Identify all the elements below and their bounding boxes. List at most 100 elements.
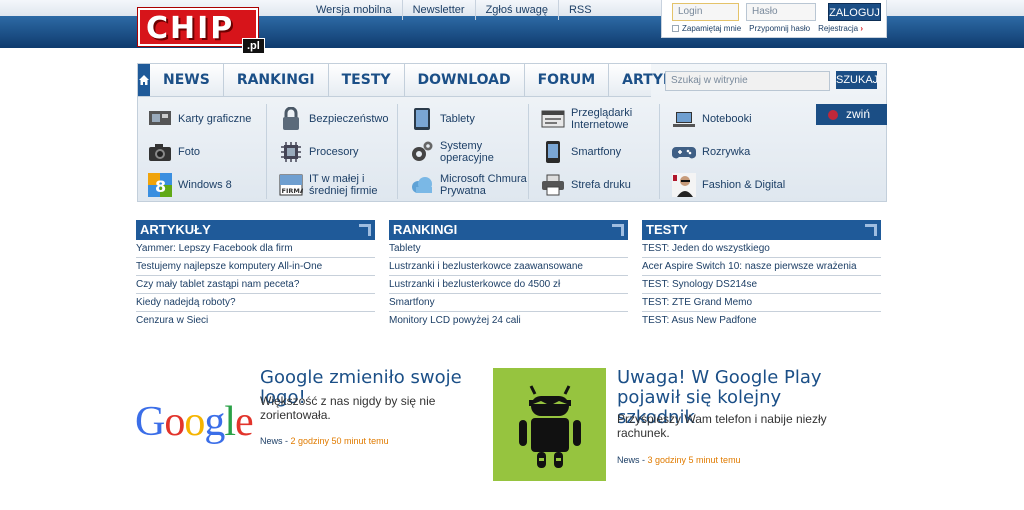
login-input[interactable]: Login [672,3,739,21]
section-artykuly: ARTYKUŁY Yammer: Lepszy Facebook dla fir… [136,220,375,330]
category-procesory[interactable]: Procesory [279,137,404,167]
printer-icon [541,173,565,197]
password-input[interactable]: Hasło [746,3,816,21]
list-item[interactable]: Smartfony [389,294,628,312]
corner-icon [359,224,371,236]
top-links: Wersja mobilna Newsletter Zgłoś uwagę RS… [306,0,602,20]
list-item[interactable]: TEST: Synology DS214se [642,276,881,294]
android-image[interactable] [493,368,606,481]
tablet-icon [410,107,434,131]
list-item[interactable]: TEST: Asus New Padfone [642,312,881,330]
svg-text:FIRMA: FIRMA [282,187,304,195]
category-foto[interactable]: Foto [148,137,273,167]
arrow-right-icon: › [860,24,863,33]
category-bezpieczenstwo[interactable]: Bezpieczeństwo [279,104,404,134]
list-item[interactable]: Tablety [389,240,628,258]
corner-icon [865,224,877,236]
category-windows8[interactable]: 8 Windows 8 [148,170,273,200]
news-time: 2 godziny 50 minut temu [290,436,389,446]
nav-forum[interactable]: FORUM [525,64,610,96]
graphics-card-icon [148,107,172,131]
list-item[interactable]: Lustrzanki i bezlusterkowce do 4500 zł [389,276,628,294]
section-list: Yammer: Lepszy Facebook dla firm Testuje… [136,240,375,330]
list-item[interactable]: TEST: ZTE Grand Memo [642,294,881,312]
windows8-icon: 8 [148,173,172,197]
news-meta: News - 3 godziny 5 minut temu [617,455,741,465]
category-systemy[interactable]: Systemy operacyjne [410,137,535,167]
category-fashion[interactable]: Fashion & Digital [672,170,797,200]
nav-bar: NEWS RANKINGI TESTY DOWNLOAD FORUM ARTYK… [138,64,702,97]
logo-text: CHIP [146,11,235,46]
section-header[interactable]: TESTY [642,220,881,240]
category-rozrywka[interactable]: Rozrywka [672,137,797,167]
collapse-label: zwiń [846,107,871,121]
forgot-password-link[interactable]: Przypomnij hasło [749,24,810,33]
register-link[interactable]: Rejestracja [818,24,858,33]
list-item[interactable]: Testujemy najlepsze komputery All-in-One [136,258,375,276]
news-time: 3 godziny 5 minut temu [647,455,741,465]
list-item[interactable]: Yammer: Lepszy Facebook dla firm [136,240,375,258]
link-report[interactable]: Zgłoś uwagę [476,0,559,20]
svg-text:8: 8 [155,177,166,196]
logo-box: CHIP [138,8,258,46]
main-navigation: NEWS RANKINGI TESTY DOWNLOAD FORUM ARTYK… [137,63,887,202]
cpu-icon [279,140,303,164]
collapse-button[interactable]: zwiń [816,104,887,125]
category-smartfony[interactable]: Smartfony [541,137,666,167]
login-box: Login Hasło ZALOGUJ Zapamiętaj mnie Przy… [661,0,887,38]
news-body: Większość z nas nigdy by się nie zorient… [260,394,436,422]
nav-rankingi[interactable]: RANKINGI [224,64,329,96]
news-category[interactable]: News [260,436,283,446]
link-mobile[interactable]: Wersja mobilna [306,0,403,20]
smartphone-icon [541,140,565,164]
gears-icon [410,140,434,164]
link-rss[interactable]: RSS [559,0,602,20]
browser-icon [541,107,565,131]
remember-me[interactable]: Zapamiętaj mnie [672,24,741,33]
news-category[interactable]: News [617,455,640,465]
camera-icon [148,140,172,164]
list-item[interactable]: Lustrzanki i bezlusterkowce zaawansowane [389,258,628,276]
nav-testy[interactable]: TESTY [329,64,405,96]
cloud-icon [410,173,434,197]
chip-logo[interactable]: CHIP .pl [138,8,270,54]
corner-icon [612,224,624,236]
news-body: Przyśpieszy Wam telefon i nabije niezły … [617,412,827,440]
search-input[interactable]: Szukaj w witrynie [665,71,830,91]
category-tablety[interactable]: Tablety [410,104,535,134]
section-header[interactable]: RANKINGI [389,220,628,240]
section-list: Tablety Lustrzanki i bezlusterkowce zaaw… [389,240,628,330]
home-icon[interactable] [138,64,150,96]
search-button[interactable]: SZUKAJ [836,71,878,89]
google-logo-image[interactable]: Google [135,398,254,446]
list-item[interactable]: TEST: Jeden do wszystkiego [642,240,881,258]
checkbox-icon[interactable] [672,25,679,33]
gamepad-icon [672,140,696,164]
padlock-icon [279,107,303,131]
login-button[interactable]: ZALOGUJ [828,3,881,21]
logo-suffix: .pl [242,38,265,54]
list-item[interactable]: Acer Aspire Switch 10: nasze pierwsze wr… [642,258,881,276]
remember-label: Zapamiętaj mnie [682,24,742,33]
category-karty-graficzne[interactable]: Karty graficzne [148,104,273,134]
category-notebooki[interactable]: Notebooki [672,104,797,134]
fashion-icon [672,173,696,197]
section-testy: TESTY TEST: Jeden do wszystkiego Acer As… [642,220,881,330]
firma-icon: FIRMA [279,173,303,197]
category-przegladarki[interactable]: Przeglądarki Internetowe [541,104,666,134]
news-meta: News - 2 godziny 50 minut temu [260,436,389,446]
collapse-icon [828,109,838,120]
list-item[interactable]: Monitory LCD powyżej 24 cali [389,312,628,330]
link-newsletter[interactable]: Newsletter [403,0,476,20]
category-chmura[interactable]: Microsoft Chmura Prywatna [410,170,535,200]
section-rankingi: RANKINGI Tablety Lustrzanki i bezlusterk… [389,220,628,330]
nav-download[interactable]: DOWNLOAD [405,64,525,96]
list-item[interactable]: Czy mały tablet zastąpi nam peceta? [136,276,375,294]
list-item[interactable]: Cenzura w Sieci [136,312,375,330]
category-it-firma[interactable]: FIRMA IT w małej i średniej firmie [279,170,404,200]
list-item[interactable]: Kiedy nadejdą roboty? [136,294,375,312]
category-strefa-druku[interactable]: Strefa druku [541,170,666,200]
section-header[interactable]: ARTYKUŁY [136,220,375,240]
section-list: TEST: Jeden do wszystkiego Acer Aspire S… [642,240,881,330]
nav-news[interactable]: NEWS [150,64,224,96]
